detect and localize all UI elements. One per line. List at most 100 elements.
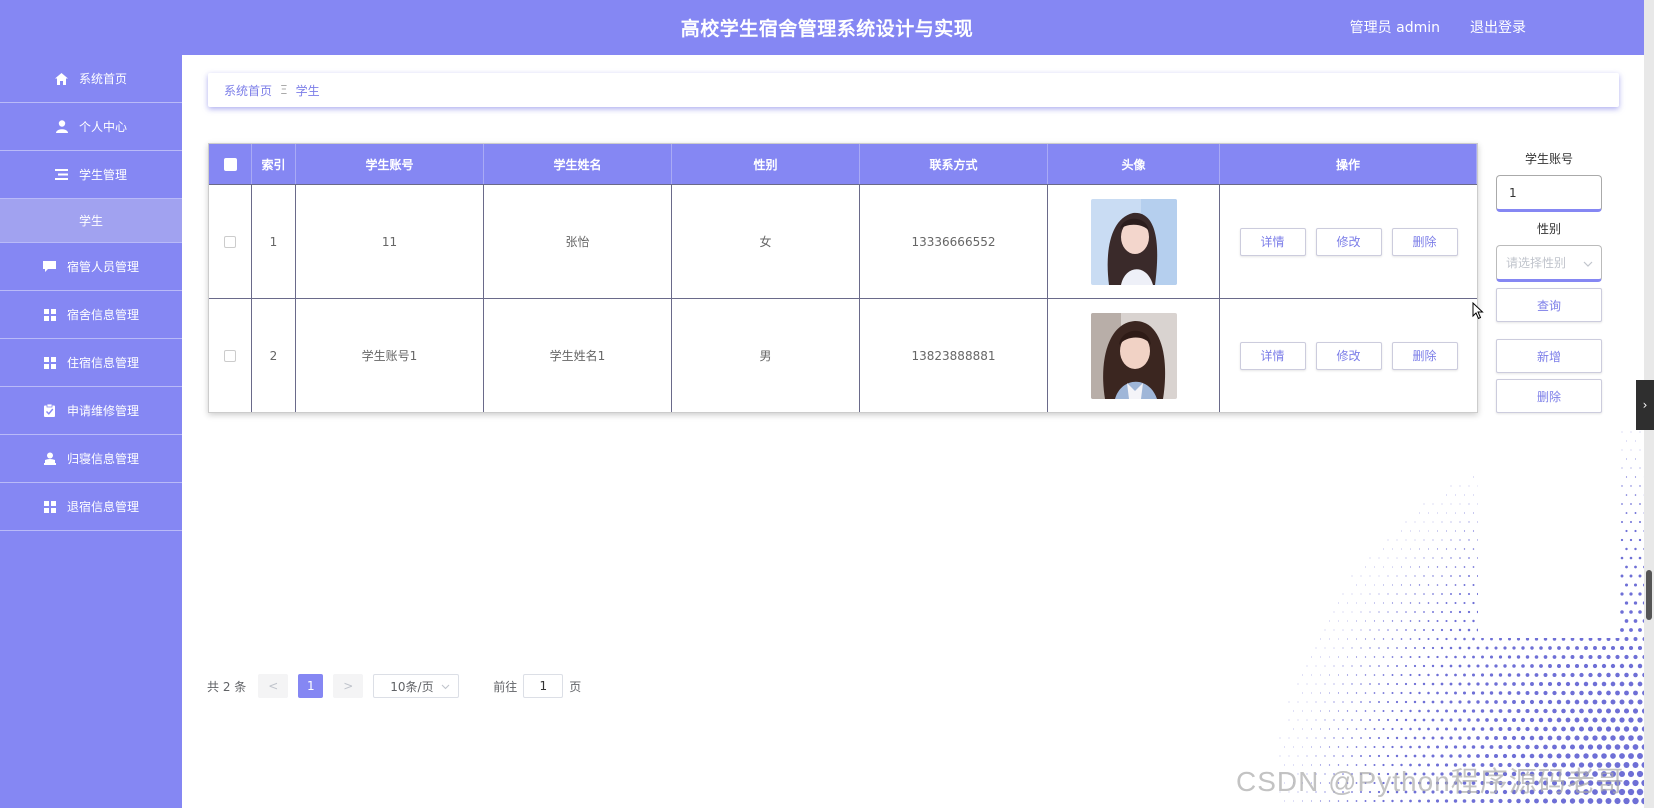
decorative-dot [1459, 575, 1461, 577]
decorative-dot [1463, 601, 1466, 605]
detail-button[interactable]: 详情 [1239, 227, 1306, 256]
decorative-dot [1355, 746, 1358, 748]
delete-button[interactable]: 删除 [1391, 341, 1458, 370]
header-index: 索引 [252, 144, 296, 184]
breadcrumb-home-link[interactable]: 系统首页 [224, 82, 272, 99]
decorative-dot [1414, 557, 1416, 559]
decorative-dot [1538, 753, 1544, 759]
decorative-dot [1625, 565, 1628, 569]
decorative-dot [1471, 673, 1476, 677]
decorative-dot [1369, 683, 1371, 685]
account-search-input[interactable]: 1 [1496, 175, 1602, 212]
decorative-dot [1561, 655, 1566, 659]
decorative-dot [1414, 593, 1416, 595]
decorative-dot [1557, 646, 1561, 650]
detail-button[interactable]: 详情 [1239, 341, 1306, 370]
sidebar-item-repair-requests[interactable]: 申请维修管理 [0, 387, 182, 435]
decorative-dot [1458, 736, 1462, 740]
sidebar-item-dorm-info[interactable]: 宿舍信息管理 [0, 291, 182, 339]
decorative-dot [1485, 646, 1489, 650]
query-button[interactable]: 查询 [1496, 288, 1602, 322]
sidebar-item-checkout-info[interactable]: 退宿信息管理 [0, 483, 182, 531]
decorative-dot [1552, 726, 1557, 732]
sidebar-item-home[interactable]: 系统首页 [0, 55, 182, 103]
decorative-dot [1468, 539, 1470, 541]
row-checkbox[interactable] [224, 235, 236, 248]
page-number-current[interactable]: 1 [298, 674, 324, 698]
decorative-dot [1378, 701, 1380, 703]
delete-button[interactable]: 删除 [1391, 227, 1458, 256]
decorative-dot [1463, 619, 1466, 623]
decorative-dot [1364, 746, 1367, 748]
decorative-dot [1351, 611, 1353, 613]
edit-button[interactable]: 修改 [1315, 341, 1382, 370]
decorative-dot [1574, 699, 1580, 705]
decorative-dot [1606, 708, 1611, 714]
sex-filter-select[interactable]: 请选择性别 [1496, 245, 1602, 282]
search-panel: 学生账号 1 性别 请选择性别 查询 新增 删除 [1496, 150, 1602, 413]
sidebar-item-dorm-staff[interactable]: 宿管人员管理 [0, 243, 182, 291]
decorative-dot [1636, 788, 1644, 796]
decorative-dot [1639, 485, 1641, 487]
page-size-select[interactable]: 10条/页 [373, 674, 460, 698]
decorative-dot [1471, 727, 1476, 731]
decorative-dot [1459, 593, 1461, 595]
decorative-dot [1626, 458, 1627, 460]
decorative-dot [1355, 692, 1358, 694]
decorative-dot [1302, 746, 1303, 748]
decorative-dot [1467, 682, 1471, 686]
select-all-checkbox[interactable] [223, 157, 237, 171]
edit-button[interactable]: 修改 [1315, 227, 1382, 256]
decorative-dot [1382, 710, 1385, 712]
decorative-dot [1534, 744, 1539, 750]
decorative-dot [1440, 718, 1444, 722]
decorative-dot [1476, 646, 1480, 650]
account-cell: 11 [296, 185, 484, 298]
decorative-dot [1422, 718, 1426, 722]
decorative-dot [1635, 458, 1636, 460]
scrollbar-thumb[interactable] [1646, 570, 1652, 620]
decorative-dot [1467, 664, 1471, 668]
sidebar-item-return-info[interactable]: 归寝信息管理 [0, 435, 182, 483]
sidebar-item-student-management[interactable]: 学生管理 [0, 151, 182, 199]
decorative-dot [1570, 672, 1575, 678]
prev-page-button[interactable]: < [258, 674, 289, 698]
next-page-button[interactable]: > [333, 674, 364, 698]
decorative-dot [1400, 674, 1403, 676]
decorative-dot [1360, 755, 1362, 757]
decorative-dot [1619, 717, 1625, 723]
decorative-dot [1606, 672, 1611, 678]
sidebar-subitem-student[interactable]: 学生 [0, 199, 182, 243]
decorative-dot [1458, 646, 1462, 650]
decorative-dot [1570, 690, 1575, 696]
decorative-dot [1391, 709, 1394, 713]
decorative-dot [1414, 629, 1416, 631]
decorative-dot [1587, 744, 1594, 750]
side-panel-toggle[interactable]: › [1636, 380, 1654, 430]
decorative-dot [1614, 744, 1621, 750]
add-button[interactable]: 新增 [1496, 339, 1602, 373]
decorative-dot [1333, 755, 1335, 757]
decorative-dot [1373, 674, 1376, 676]
decorative-dot [1441, 575, 1443, 577]
decorative-dot [1441, 503, 1443, 505]
decorative-dot [1638, 538, 1642, 542]
goto-page-input[interactable]: 1 [523, 674, 564, 698]
decorative-dot [1630, 431, 1632, 433]
decorative-dot [1329, 674, 1330, 676]
decorative-dot [1391, 692, 1394, 694]
decorative-dot [1396, 647, 1398, 649]
decorative-dot [1306, 737, 1308, 739]
sidebar-item-profile[interactable]: 个人中心 [0, 103, 182, 151]
batch-delete-button[interactable]: 删除 [1496, 379, 1602, 413]
row-checkbox[interactable] [224, 349, 236, 362]
decorative-dot [1621, 449, 1623, 451]
decorative-dot [1630, 467, 1632, 469]
decorative-dot [1427, 637, 1430, 641]
sidebar-item-label: 申请维修管理 [66, 404, 139, 418]
white-panel-block [1478, 400, 1620, 638]
decorative-dot [1467, 628, 1471, 632]
logout-link[interactable]: 退出登录 [1470, 17, 1526, 37]
sidebar-item-lodging-info[interactable]: 住宿信息管理 [0, 339, 182, 387]
decorative-dot [1498, 727, 1503, 731]
